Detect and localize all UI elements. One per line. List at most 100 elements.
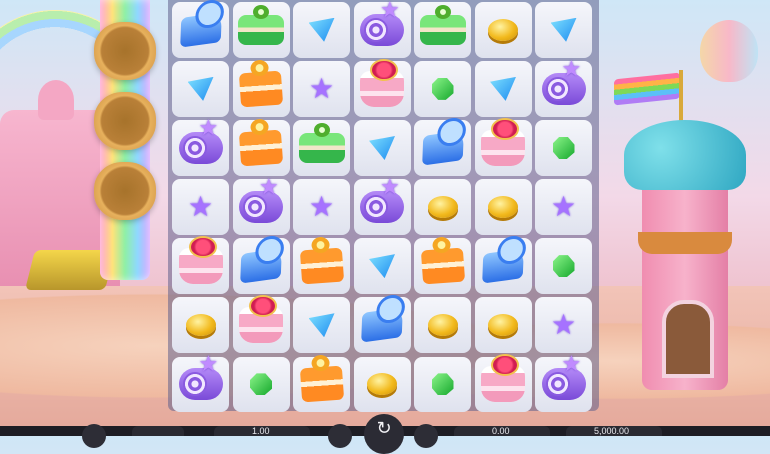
green-cake-icon xyxy=(298,122,345,163)
purple-star-icon: ★ xyxy=(308,71,335,105)
grid-cell xyxy=(353,175,411,235)
blue-cake-icon xyxy=(421,130,464,166)
cookie-hole-3 xyxy=(94,162,156,220)
orange-cake-icon xyxy=(420,247,465,285)
grid-cell xyxy=(535,2,592,58)
gold-coin-icon xyxy=(427,314,458,337)
gold-coin-icon xyxy=(427,196,458,219)
gold-coin-icon xyxy=(367,373,397,396)
grid-cell: ★ xyxy=(293,61,350,117)
grid-cell xyxy=(293,238,350,294)
purple-roll-icon xyxy=(178,116,223,164)
gold-coin-icon xyxy=(488,314,518,337)
grid-cell: ★ xyxy=(535,297,592,354)
bet-value: 1.00 xyxy=(252,426,270,436)
green-cake-icon xyxy=(238,4,284,45)
grid-cell xyxy=(232,238,290,294)
menu-button[interactable] xyxy=(82,424,106,448)
grid-cell xyxy=(414,238,471,294)
blue-cake-icon xyxy=(240,248,282,284)
grid-cell xyxy=(535,57,592,117)
spin-button[interactable]: ↻ xyxy=(364,414,404,454)
purple-roll-icon xyxy=(360,0,404,46)
grid-cell xyxy=(414,297,471,354)
purple-star-icon: ★ xyxy=(550,190,577,224)
green-gem-icon xyxy=(552,136,575,159)
win-value: 0.00 xyxy=(492,426,510,436)
purple-roll-icon xyxy=(360,175,404,224)
grid-cell xyxy=(172,61,229,117)
grid-cell xyxy=(172,116,229,176)
grid-cell xyxy=(474,61,532,117)
blue-gem-icon xyxy=(369,254,395,279)
orange-cake-icon xyxy=(238,70,284,108)
pink-cake-icon xyxy=(178,236,223,285)
grid-cell xyxy=(172,352,229,413)
grid-cell xyxy=(474,2,532,58)
grid-cell xyxy=(293,2,350,58)
bet-decrease-button[interactable] xyxy=(328,424,352,448)
bet-label-pill xyxy=(132,426,184,436)
cookie-hole-2 xyxy=(94,92,156,150)
grid-cell xyxy=(414,120,471,176)
blue-gem-icon xyxy=(308,17,335,42)
grid-cell xyxy=(232,175,290,235)
purple-roll-icon xyxy=(541,57,586,105)
pink-cake-icon xyxy=(481,354,525,403)
grid-cell xyxy=(293,120,350,176)
blue-gem-icon xyxy=(187,76,214,101)
rainbow-flag xyxy=(614,72,680,106)
blue-cake-icon xyxy=(179,12,222,48)
grid-cell xyxy=(414,179,471,235)
grid-cell xyxy=(232,61,290,117)
grid-cell xyxy=(414,2,471,58)
green-gem-icon xyxy=(250,373,272,396)
green-cake-icon xyxy=(419,4,466,45)
green-gem-icon xyxy=(552,255,575,278)
grid-cell xyxy=(353,120,411,176)
tower-roof xyxy=(624,120,746,190)
grid-cell xyxy=(474,117,532,176)
blue-cake-icon xyxy=(482,248,524,284)
purple-star-icon: ★ xyxy=(308,190,335,224)
balance-value: 5,000.00 xyxy=(594,426,630,436)
grid-cell xyxy=(353,297,411,354)
grid-cell xyxy=(353,58,411,117)
grid-cell xyxy=(353,0,411,58)
grid-cell xyxy=(293,297,350,354)
green-gem-icon xyxy=(431,77,454,100)
symbol-grid: ★ ★ ★ ★ ★ xyxy=(172,0,592,413)
grid-cell: ★ xyxy=(535,179,592,235)
pink-cake-icon xyxy=(360,58,404,107)
candy-tower xyxy=(624,120,746,390)
purple-star-icon: ★ xyxy=(550,308,577,342)
grid-cell xyxy=(353,238,411,294)
grid-cell xyxy=(535,238,592,294)
purple-roll-icon xyxy=(239,175,283,224)
orange-cake-icon xyxy=(299,365,344,403)
grid-cell xyxy=(293,356,350,413)
purple-star-icon: ★ xyxy=(187,190,214,224)
grid-cell xyxy=(414,356,471,413)
grid-cell xyxy=(232,295,290,354)
grid-cell xyxy=(172,297,229,354)
blue-cake-icon xyxy=(361,307,403,343)
grid-cell xyxy=(535,352,592,413)
pink-cake-icon xyxy=(239,295,283,344)
grid-cell: ★ xyxy=(172,179,229,235)
hot-air-balloon xyxy=(700,20,758,82)
purple-roll-icon xyxy=(178,352,223,401)
grid-cell xyxy=(474,297,532,354)
cookie-hole-1 xyxy=(94,22,156,80)
caramel-drip xyxy=(638,232,732,254)
gold-coin-icon xyxy=(488,196,518,219)
grid-cell xyxy=(172,2,229,58)
purple-roll-icon xyxy=(541,352,586,401)
orange-cake-icon xyxy=(238,129,284,167)
bet-increase-button[interactable] xyxy=(414,424,438,448)
pink-cake-icon xyxy=(481,117,525,166)
grid-cell: ★ xyxy=(293,179,350,235)
grid-cell xyxy=(535,120,592,176)
grid-cell xyxy=(232,120,290,176)
tower-door xyxy=(662,300,714,378)
